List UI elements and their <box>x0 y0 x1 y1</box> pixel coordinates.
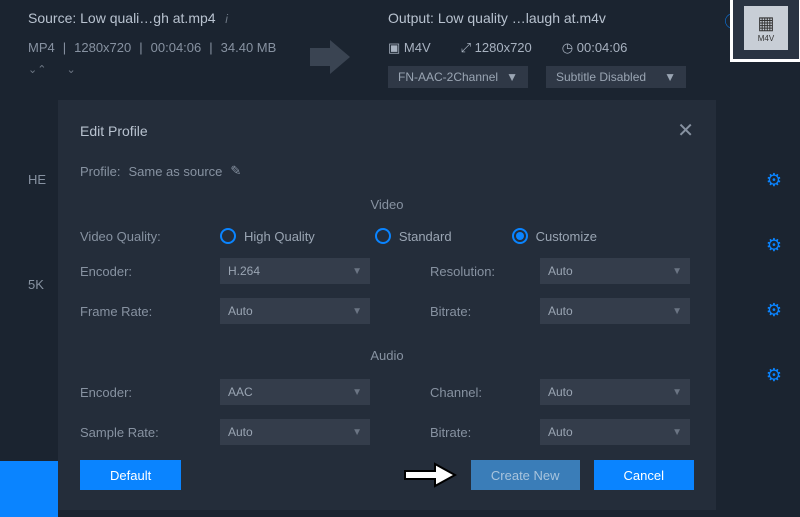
channel-select[interactable]: Auto▼ <box>540 379 690 405</box>
audio-encoder-label: Encoder: <box>80 385 220 400</box>
gear-icon[interactable]: ⚙ <box>766 300 782 321</box>
samplerate-select[interactable]: Auto▼ <box>220 419 370 445</box>
edit-profile-modal: Edit Profile ✕ Profile: Same as source ✎… <box>58 100 716 510</box>
source-label: Source: Low quali…gh at.mp4 <box>28 10 216 26</box>
modal-title: Edit Profile <box>80 123 148 139</box>
video-bitrate-select[interactable]: Auto▼ <box>540 298 690 324</box>
video-bitrate-label: Bitrate: <box>430 304 540 319</box>
audio-encoder-select[interactable]: AAC▼ <box>220 379 370 405</box>
radio-standard[interactable]: Standard <box>375 228 452 244</box>
format-badge: ▣ M4V <box>388 40 431 56</box>
framerate-label: Frame Rate: <box>80 304 220 319</box>
audio-section-title: Audio <box>80 348 694 363</box>
default-button[interactable]: Default <box>80 460 181 490</box>
cancel-button[interactable]: Cancel <box>594 460 694 490</box>
output-label: Output: Low quality …laugh at.m4v <box>388 10 606 26</box>
samplerate-label: Sample Rate: <box>80 425 220 440</box>
gear-icon[interactable]: ⚙ <box>766 170 782 191</box>
output-format-thumbnail[interactable]: ▦M4V <box>730 0 800 62</box>
subtitle-select[interactable]: Subtitle Disabled▼ <box>546 66 686 88</box>
video-encoder-select[interactable]: H.264▼ <box>220 258 370 284</box>
collapse-icon[interactable]: ⌄⌃ <box>28 63 46 76</box>
create-new-button[interactable]: Create New <box>471 460 580 490</box>
video-quality-label: Video Quality: <box>80 229 220 244</box>
profile-label: Profile: <box>80 164 120 179</box>
gear-icon[interactable]: ⚙ <box>766 365 782 386</box>
audio-bitrate-label: Bitrate: <box>430 425 540 440</box>
video-encoder-label: Encoder: <box>80 264 220 279</box>
resolution-select[interactable]: Auto▼ <box>540 258 690 284</box>
preset-item[interactable]: HE <box>28 172 46 187</box>
profile-value: Same as source <box>128 164 222 179</box>
audio-encoder-select[interactable]: FN-AAC-2Channel▼ <box>388 66 528 88</box>
info-icon[interactable]: i <box>225 12 228 26</box>
edit-icon[interactable]: ✎ <box>230 163 241 179</box>
radio-high-quality[interactable]: High Quality <box>220 228 315 244</box>
gear-icon[interactable]: ⚙ <box>766 235 782 256</box>
convert-button-edge[interactable] <box>0 461 58 517</box>
resolution-label: Resolution: <box>430 264 540 279</box>
convert-arrow-icon <box>310 40 350 74</box>
duration-badge: ◷ 00:04:06 <box>562 40 628 56</box>
close-icon[interactable]: ✕ <box>677 118 694 143</box>
channel-label: Channel: <box>430 385 540 400</box>
video-section-title: Video <box>80 197 694 212</box>
audio-bitrate-select[interactable]: Auto▼ <box>540 419 690 445</box>
expand-icon[interactable]: ⌄ <box>66 63 75 76</box>
resolution-badge: ⤢ 1280x720 <box>461 40 532 56</box>
radio-customize[interactable]: Customize <box>512 228 597 244</box>
pointer-arrow-icon <box>403 462 457 488</box>
preset-item[interactable]: 5K <box>28 277 46 292</box>
framerate-select[interactable]: Auto▼ <box>220 298 370 324</box>
